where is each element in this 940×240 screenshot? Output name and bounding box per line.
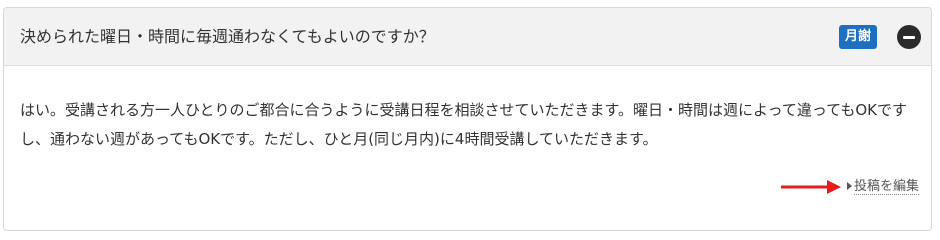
edit-post-link[interactable]: 投稿を編集: [847, 174, 920, 200]
edit-post-label: 投稿を編集: [854, 179, 920, 195]
red-arrow-annotation-icon: [781, 180, 841, 194]
category-badge: 月謝: [839, 25, 878, 49]
collapse-toggle-icon[interactable]: [897, 25, 921, 49]
question-title: 決められた曜日・時間に毎週通わなくてもよいのですか？: [20, 27, 435, 46]
answer-text: はい。受講される方一人ひとりのご都合に合うように受講日程を相談させていただきます…: [20, 101, 907, 148]
faq-card: 決められた曜日・時間に毎週通わなくてもよいのですか？ 月謝 はい。受講される方一…: [3, 7, 932, 231]
faq-question-header[interactable]: 決められた曜日・時間に毎週通わなくてもよいのですか？ 月謝: [4, 8, 931, 66]
minus-icon: [903, 35, 915, 39]
edit-area: 投稿を編集: [779, 174, 920, 200]
caret-right-icon: [847, 182, 852, 190]
